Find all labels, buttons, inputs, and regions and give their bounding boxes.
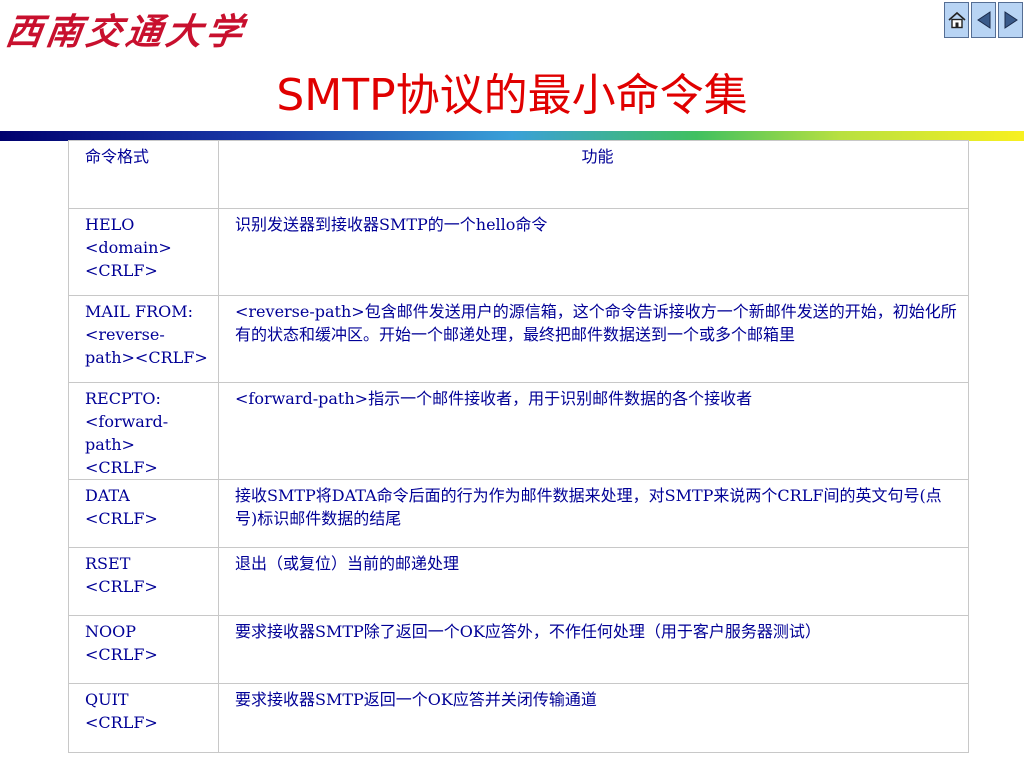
command-cell: RSET <CRLF> — [68, 547, 219, 616]
command-cell: RECPTO: <forward- path> <CRLF> — [68, 382, 219, 480]
table-row: MAIL FROM: <reverse- path><CRLF> <revers… — [68, 295, 969, 383]
home-icon — [947, 11, 966, 29]
table-row: RSET <CRLF> 退出（或复位）当前的邮递处理 — [68, 547, 969, 616]
function-cell: 识别发送器到接收器SMTP的一个hello命令 — [218, 208, 969, 296]
command-cell: QUIT <CRLF> — [68, 683, 219, 753]
table-header-row: 命令格式 功能 — [68, 140, 969, 209]
function-cell: 退出（或复位）当前的邮递处理 — [218, 547, 969, 616]
command-cell: HELO <domain> <CRLF> — [68, 208, 219, 296]
logo-text: 西南交通大学 — [3, 11, 249, 53]
function-cell: <forward-path>指示一个邮件接收者，用于识别邮件数据的各个接收者 — [218, 382, 969, 480]
prev-button[interactable] — [971, 2, 996, 38]
next-arrow-icon — [1004, 11, 1018, 29]
command-table: 命令格式 功能 HELO <domain> <CRLF> 识别发送器到接收器SM… — [68, 140, 969, 753]
function-cell: 接收SMTP将DATA命令后面的行为作为邮件数据来处理，对SMTP来说两个CRL… — [218, 479, 969, 548]
command-cell: NOOP <CRLF> — [68, 615, 219, 684]
prev-arrow-icon — [976, 11, 990, 29]
command-cell: MAIL FROM: <reverse- path><CRLF> — [68, 295, 219, 383]
table-row: DATA <CRLF> 接收SMTP将DATA命令后面的行为作为邮件数据来处理，… — [68, 479, 969, 548]
university-logo: 西南交通大学 — [3, 6, 256, 58]
table-row: HELO <domain> <CRLF> 识别发送器到接收器SMTP的一个hel… — [68, 208, 969, 296]
slide-title: SMTP协议的最小命令集 — [276, 70, 748, 121]
command-cell: DATA <CRLF> — [68, 479, 219, 548]
table-row: QUIT <CRLF> 要求接收器SMTP返回一个OK应答并关闭传输通道 — [68, 683, 969, 753]
function-cell: <reverse-path>包含邮件发送用户的源信箱，这个命令告诉接收方一个新邮… — [218, 295, 969, 383]
home-button[interactable] — [944, 2, 969, 38]
table-row: RECPTO: <forward- path> <CRLF> <forward-… — [68, 382, 969, 480]
function-cell: 要求接收器SMTP除了返回一个OK应答外，不作任何处理（用于客户服务器测试） — [218, 615, 969, 684]
next-button[interactable] — [998, 2, 1023, 38]
slide-nav — [944, 2, 1023, 38]
table-row: NOOP <CRLF> 要求接收器SMTP除了返回一个OK应答外，不作任何处理（… — [68, 615, 969, 684]
header-function: 功能 — [218, 140, 969, 209]
header-command-format: 命令格式 — [68, 140, 219, 209]
function-cell: 要求接收器SMTP返回一个OK应答并关闭传输通道 — [218, 683, 969, 753]
